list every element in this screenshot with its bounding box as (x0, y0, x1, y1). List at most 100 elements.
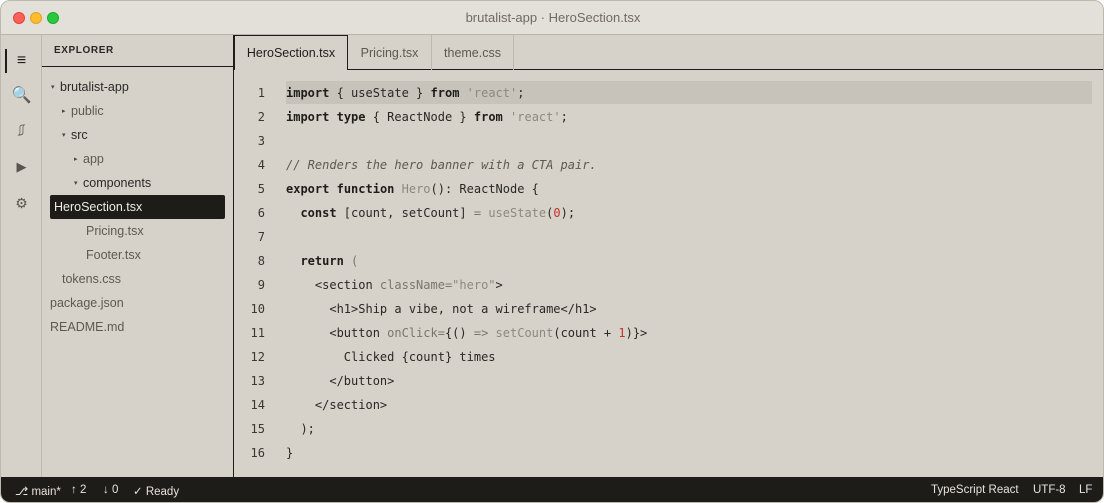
code-line[interactable]: 9 <section className="hero"> (234, 273, 1103, 297)
status-ready: ✓ Ready (133, 486, 180, 498)
window-title: brutalist-app · HeroSection.tsx (465, 10, 641, 25)
tab-pricing[interactable]: Pricing.tsx (348, 35, 432, 70)
code-token: "hero" (452, 278, 496, 292)
chevron-down-icon: ▾ (51, 84, 55, 91)
code-token: Hero (401, 182, 431, 196)
tree-file-tokens[interactable]: tokens.css (62, 268, 121, 290)
git-branch-indicator[interactable]: ⎇ main* (15, 484, 61, 498)
code-text: const [count, setCount] = useState(0); (286, 206, 575, 220)
code-token: {() (444, 326, 474, 340)
line-number: 9 (257, 278, 265, 292)
code-token: <section (286, 278, 380, 292)
code-token: <button (286, 326, 388, 340)
tree-label: tokens.css (62, 272, 122, 286)
tree-folder-app[interactable]: ▸ app (74, 148, 104, 170)
tree-folder-public[interactable]: ▸ public (62, 100, 104, 122)
code-line[interactable]: 2 import type { ReactNode } from 'react'; (234, 105, 1103, 129)
line-number: 10 (250, 302, 265, 316)
code-token: Clicked {count} times (286, 350, 496, 364)
tree-folder-components[interactable]: ▾ components (74, 172, 151, 194)
tab-herosection[interactable]: HeroSection.tsx (234, 35, 348, 71)
code-line[interactable]: 12 Clicked {count} times (234, 345, 1103, 369)
tree-file-herosection[interactable]: HeroSection.tsx (50, 195, 225, 219)
code-token: from (430, 86, 460, 100)
code-token: ( (351, 254, 359, 268)
tree-file-readme[interactable]: README.md (50, 316, 124, 338)
tab-theme[interactable]: theme.css (432, 35, 514, 70)
code-token: from (473, 110, 503, 124)
code-line[interactable]: 14 </section> (234, 393, 1103, 417)
source-control-icon[interactable]: ⎎ (1, 117, 42, 145)
code-line[interactable]: 11 <button onClick={() => setCount(count… (234, 321, 1103, 345)
code-text: <button onClick={() => setCount(count + … (286, 326, 647, 340)
line-number: 12 (250, 350, 265, 364)
code-line[interactable]: 5 export function Hero(): ReactNode { (234, 177, 1103, 201)
code-token: ); (286, 422, 315, 436)
chevron-right-icon: ▸ (74, 156, 78, 163)
code-token: import (286, 86, 330, 100)
tree-label: Pricing.tsx (86, 224, 144, 238)
code-token: = (473, 206, 482, 220)
code-line[interactable]: 3 (234, 129, 1103, 153)
activity-bar: ≡ 🔍 ⎎ ▶ ⚙ (1, 35, 42, 477)
line-ending-indicator[interactable]: LF (1079, 484, 1092, 496)
editor-window: brutalist-app · HeroSection.tsx ≡ 🔍 ⎎ ▶ … (0, 0, 1104, 503)
line-number: 2 (257, 110, 265, 124)
explorer-icon[interactable]: ≡ (1, 47, 42, 75)
search-icon[interactable]: 🔍 (1, 81, 42, 109)
language-mode[interactable]: TypeScript React (931, 484, 1019, 496)
code-text: // Renders the hero banner with a CTA pa… (286, 158, 597, 172)
code-line[interactable]: 15 ); (234, 417, 1103, 441)
code-line[interactable]: 1 import { useState } from 'react'; (234, 81, 1103, 105)
code-line[interactable]: 13 </button> (234, 369, 1103, 393)
code-token: ; (560, 110, 568, 124)
tree-file-footer[interactable]: Footer.tsx (86, 244, 141, 266)
line-number: 16 (250, 446, 265, 460)
line-number: 7 (257, 230, 265, 244)
tree-file-pricing[interactable]: Pricing.tsx (86, 220, 144, 242)
code-token: function (336, 182, 395, 196)
code-line[interactable]: 4 // Renders the hero banner with a CTA p… (234, 153, 1103, 177)
tree-folder-brutalist-app[interactable]: ▾ brutalist-app (51, 76, 129, 98)
settings-icon[interactable]: ⚙ (1, 189, 42, 217)
commits-ahead-indicator[interactable]: ↑ 2 (71, 484, 86, 496)
commits-behind-indicator[interactable]: ↓ 0 (103, 484, 118, 496)
code-text: <h1>Ship a vibe, not a wireframe</h1> (286, 302, 597, 316)
code-line[interactable]: 7 (234, 225, 1103, 249)
tree-folder-src[interactable]: ▾ src (62, 124, 88, 146)
run-icon[interactable]: ▶ (1, 153, 42, 181)
code-line[interactable]: 16} (234, 441, 1103, 465)
tree-file-package-json[interactable]: package.json (50, 292, 124, 314)
line-number: 4 (257, 158, 265, 172)
code-token: <h1>Ship a vibe, not a wireframe</h1> (286, 302, 597, 316)
code-line[interactable]: 8 return ( (234, 249, 1103, 273)
line-number: 8 (257, 254, 265, 268)
encoding-indicator[interactable]: UTF-8 (1033, 484, 1066, 496)
line-number: 3 (257, 134, 265, 148)
code-editor[interactable]: 1 import { useState } from 'react'; 2 impor… (234, 70, 1103, 477)
code-text: } (286, 446, 293, 460)
code-token: return (300, 254, 344, 268)
code-token: const (300, 206, 337, 220)
tree-label: README.md (50, 320, 125, 334)
code-line[interactable]: 10 <h1>Ship a vibe, not a wireframe</h1> (234, 297, 1103, 321)
tree-label: package.json (50, 296, 124, 310)
code-token: [count, setCount] (336, 206, 474, 220)
code-token: 'react' (466, 86, 518, 100)
code-token: => (473, 326, 489, 340)
code-token: ); (560, 206, 576, 220)
code-line[interactable]: 6 const [count, setCount] = useState(0); (234, 201, 1103, 225)
code-token: (): ReactNode { (430, 182, 539, 196)
tree-label: public (71, 104, 104, 118)
code-token: ; (517, 86, 525, 100)
code-token: className= (379, 278, 453, 292)
code-token: // Renders the hero banner with a CTA pa… (286, 158, 597, 172)
code-token: { useState } (329, 86, 431, 100)
